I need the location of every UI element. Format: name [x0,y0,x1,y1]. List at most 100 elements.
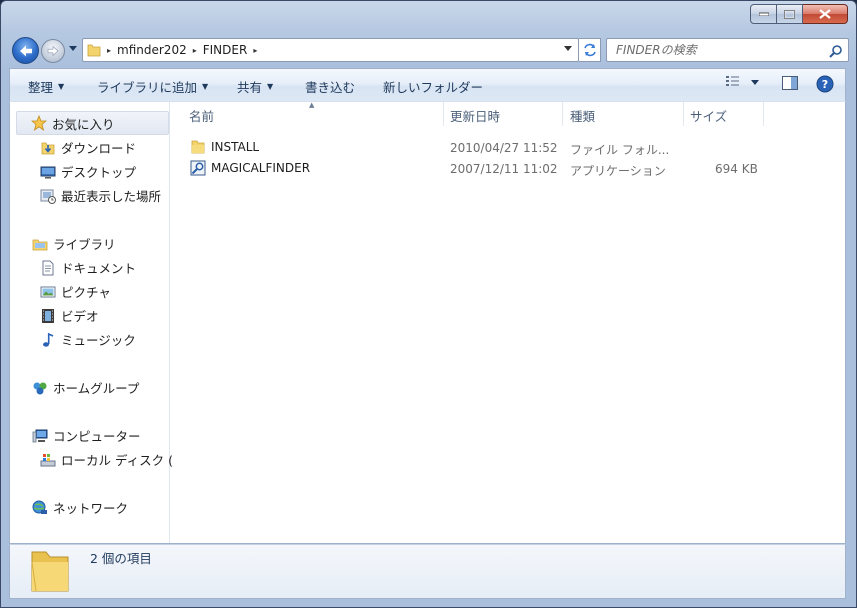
column-divider[interactable] [443,102,444,126]
nav-item-videos[interactable]: ビデオ [40,306,99,325]
column-header-type[interactable]: 種類 [570,102,595,128]
column-header-name[interactable]: 名前 [189,102,214,128]
file-name: MAGICALFINDER [190,160,310,176]
change-view-button[interactable] [725,75,743,89]
file-name-label: INSTALL [211,140,260,154]
arrow-left-icon [19,45,32,56]
search-icon[interactable] [829,44,843,58]
refresh-icon [583,43,596,57]
include-in-library-button[interactable]: ライブラリに追加 ▼ [97,77,208,96]
file-row[interactable]: INSTALL 2010/04/27 11:52 ファイル フォル... [185,136,845,157]
new-folder-button[interactable]: 新しいフォルダー [383,77,483,96]
nav-item-downloads[interactable]: ダウンロード [40,138,136,157]
refresh-button[interactable] [579,38,601,62]
details-pane: 2 個の項目 [9,544,846,599]
address-bar[interactable]: ▸ mfinder202 ▸ FINDER ▸ [82,38,579,62]
nav-label: ライブラリ [53,237,116,252]
file-date: 2007/12/11 11:02 [450,162,558,176]
library-icon [32,236,48,252]
nav-item-favorites[interactable]: お気に入り [16,111,169,135]
burn-button[interactable]: 書き込む [305,77,355,96]
column-header-size[interactable]: サイズ [690,102,727,128]
view-options-dropdown[interactable] [751,80,759,86]
nav-item-music[interactable]: ミュージック [40,330,136,349]
breadcrumb-mfinder202[interactable]: mfinder202 [117,43,187,57]
breadcrumb-separator[interactable]: ▸ [253,46,257,55]
help-icon: ? [816,75,834,93]
item-count: 2 個の項目 [90,551,152,566]
minimize-button[interactable] [750,4,777,24]
column-divider[interactable] [763,102,764,126]
recent-pages-dropdown-icon[interactable] [69,46,77,52]
nav-item-desktop[interactable]: デスクトップ [40,162,136,181]
explorer-window: ▸ mfinder202 ▸ FINDER ▸ 整理 ▼ ライブラリに追加 [0,0,857,608]
main-area: お気に入り ダウンロード デスクトップ 最近表示した場所 ライブラリ ドキュメン… [9,101,846,544]
share-button[interactable]: 共有 ▼ [237,77,273,96]
folder-icon [190,139,206,155]
file-name: INSTALL [190,139,259,155]
pictures-icon [40,284,56,300]
address-history-dropdown-icon[interactable] [564,46,572,52]
column-header-label: 更新日時 [450,108,501,124]
caption-buttons [750,4,848,24]
folder-icon [31,551,69,592]
maximize-button[interactable] [777,4,803,24]
column-divider[interactable] [683,102,684,126]
nav-item-documents[interactable]: ドキュメント [40,258,136,277]
nav-item-computer[interactable]: コンピューター [32,426,141,445]
breadcrumb-separator[interactable]: ▸ [193,46,197,55]
file-row[interactable]: MAGICALFINDER 2007/12/11 11:02 アプリケーション … [185,157,845,178]
sort-ascending-icon: ▲ [309,101,315,109]
command-bar: 整理 ▼ ライブラリに追加 ▼ 共有 ▼ 書き込む 新しいフォルダー ? [9,68,846,101]
file-name-label: MAGICALFINDER [211,161,311,175]
chevron-down-icon [751,80,759,85]
chevron-down-icon: ▼ [267,82,274,91]
nav-label: ネットワーク [53,501,129,516]
search-box[interactable] [606,38,849,62]
share-label: 共有 [237,80,263,95]
back-button[interactable] [12,37,39,64]
application-icon [190,160,206,176]
nav-item-libraries[interactable]: ライブラリ [32,234,116,253]
breadcrumb-separator[interactable]: ▸ [107,46,111,55]
nav-item-pictures[interactable]: ピクチャ [40,282,111,301]
file-list: ▲ 名前 更新日時 種類 サイズ INSTALL 2010/04/27 11:5… [171,101,845,543]
column-divider[interactable] [562,102,563,126]
star-icon [31,115,47,131]
column-header-label: サイズ [690,108,728,124]
nav-label: ホームグループ [53,381,140,396]
column-header-label: 名前 [189,108,215,124]
file-type: アプリケーション [570,164,666,178]
organize-button[interactable]: 整理 ▼ [28,77,64,96]
nav-label: ローカル ディスク ( [61,453,173,468]
nav-label: 最近表示した場所 [61,189,162,204]
nav-item-local-disk[interactable]: ローカル ディスク ( [40,450,173,469]
nav-item-recent-places[interactable]: 最近表示した場所 [40,186,161,205]
column-header-date-modified[interactable]: 更新日時 [450,102,500,128]
nav-item-network[interactable]: ネットワーク [32,498,128,517]
nav-label: コンピューター [53,429,141,444]
address-row: ▸ mfinder202 ▸ FINDER ▸ [9,36,849,64]
help-button[interactable]: ? [816,75,834,93]
maximize-icon [784,9,795,19]
close-button[interactable] [803,4,848,24]
nav-item-homegroup[interactable]: ホームグループ [32,378,139,397]
music-note-icon [40,332,56,348]
file-type: ファイル フォル... [570,143,670,157]
video-icon [40,308,56,324]
burn-label: 書き込む [305,80,356,95]
recent-places-icon [40,188,56,204]
include-in-library-label: ライブラリに追加 [97,80,198,95]
close-icon [819,9,831,19]
chevron-down-icon: ▼ [202,82,209,91]
preview-pane-icon [782,76,798,90]
file-date: 2010/04/27 11:52 [450,141,558,155]
search-input[interactable] [616,43,816,57]
forward-button[interactable] [41,39,65,63]
nav-label: デスクトップ [61,165,137,180]
preview-pane-button[interactable] [781,75,799,91]
nav-label: ビデオ [61,309,99,324]
navigation-pane: お気に入り ダウンロード デスクトップ 最近表示した場所 ライブラリ ドキュメン… [10,102,173,543]
nav-label: ダウンロード [61,141,137,156]
breadcrumb-finder[interactable]: FINDER [203,43,248,57]
